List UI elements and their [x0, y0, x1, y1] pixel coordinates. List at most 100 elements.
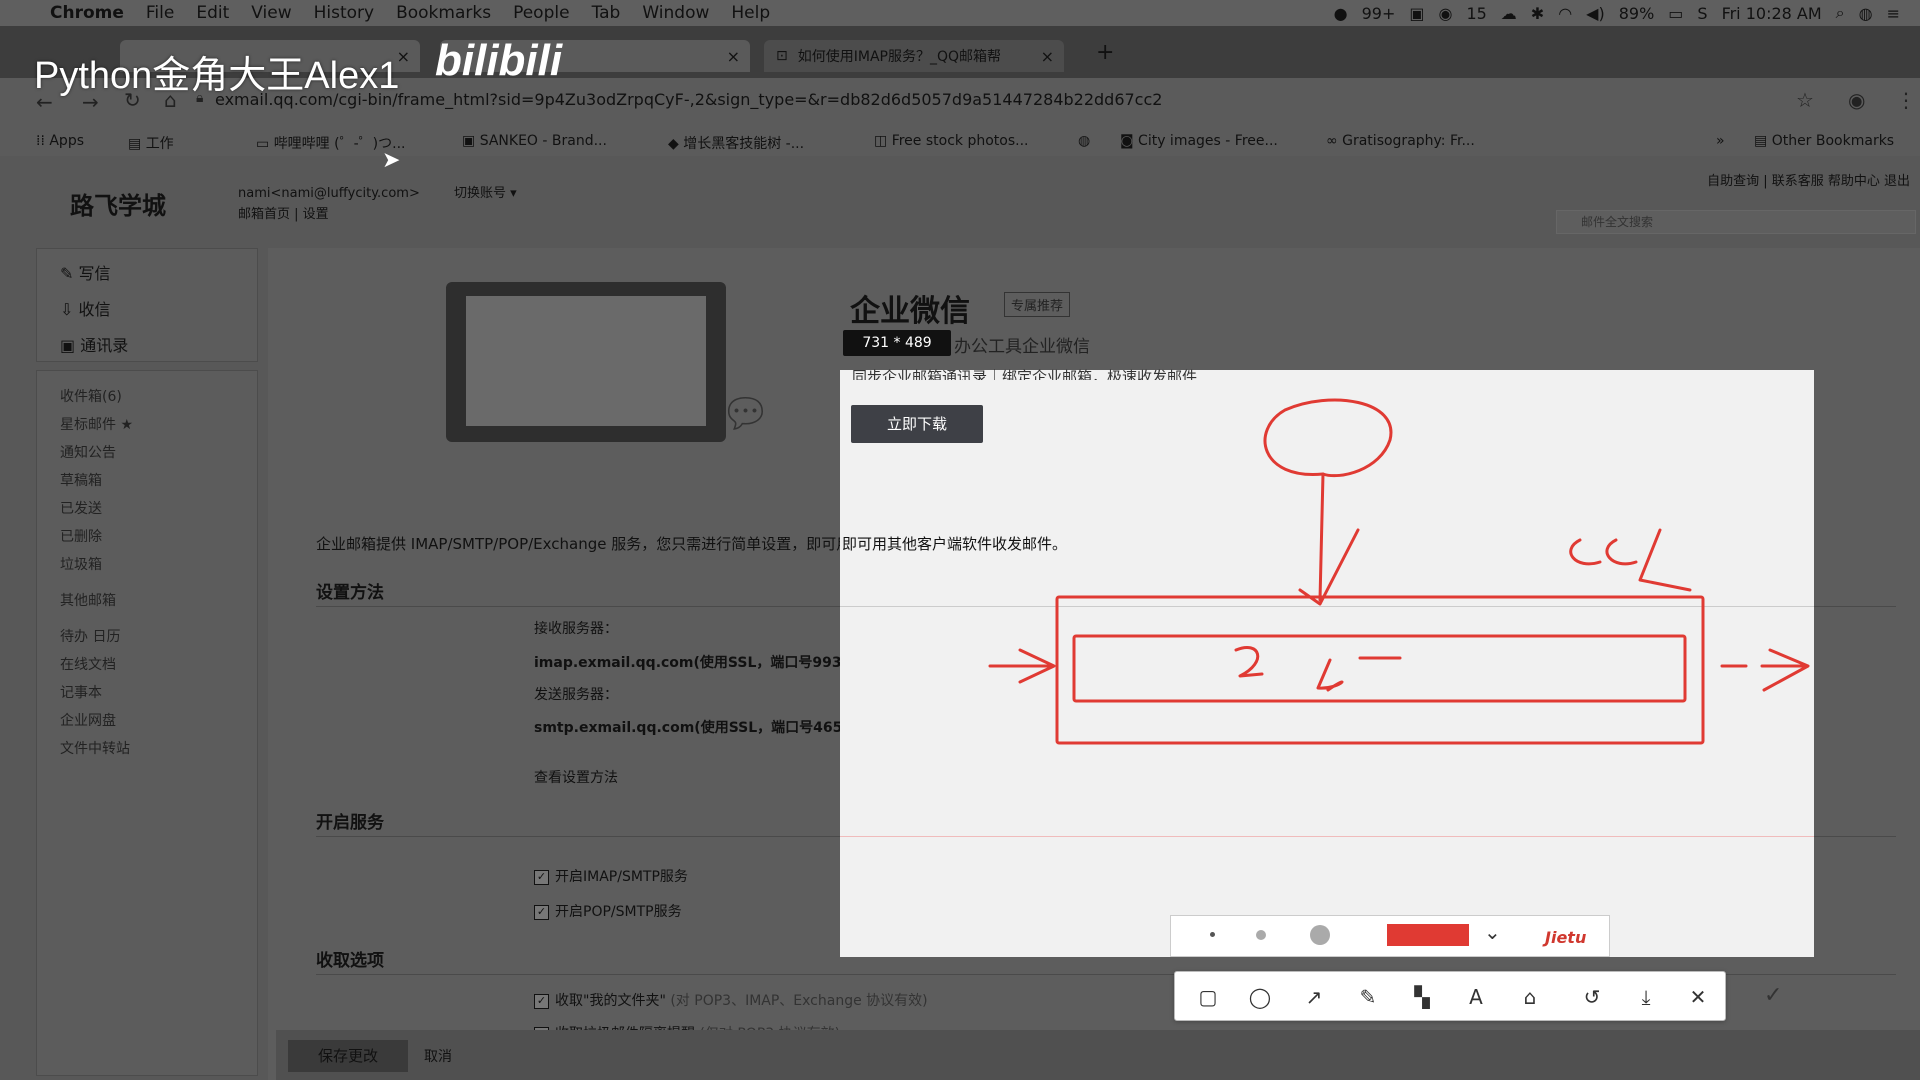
profile-icon[interactable]: ◉ [1848, 88, 1865, 112]
bookmark-city[interactable]: ◙ City images - Free... [1120, 133, 1278, 149]
save-button[interactable]: 保存更改 [288, 1040, 408, 1072]
checkbox-checked-icon[interactable]: ✓ [534, 869, 549, 885]
folder-drafts[interactable]: 草稿箱 [60, 470, 102, 490]
search-icon[interactable]: ⌕ [1836, 3, 1845, 23]
chevron-down-icon[interactable]: ⌄ [1484, 920, 1501, 944]
new-tab-icon[interactable]: + [1096, 40, 1114, 65]
star-icon[interactable]: ☆ [1796, 88, 1814, 112]
more-icon[interactable]: ⋮ [1896, 88, 1916, 112]
breadcrumb[interactable]: 邮箱首页 | 设置 [238, 203, 329, 222]
bookmark-apps[interactable]: ⁞⁞ Apps [36, 133, 84, 149]
menu-bookmarks[interactable]: Bookmarks [396, 3, 491, 23]
menu-people[interactable]: People [513, 3, 569, 23]
folder-notices[interactable]: 通知公告 [60, 442, 116, 462]
bookmark-label: Gratisography: Fr... [1342, 133, 1475, 149]
clock[interactable]: Fri 10:28 AM [1722, 4, 1822, 23]
tool-transfer[interactable]: 文件中转站 [60, 738, 130, 758]
fetch-title: 收取选项 [316, 951, 384, 971]
input-source-icon[interactable]: S [1697, 4, 1707, 23]
battery-icon[interactable]: ▭ [1668, 4, 1683, 23]
tool-notes[interactable]: 记事本 [60, 682, 102, 702]
bookmark-other[interactable]: ▤ Other Bookmarks [1754, 133, 1894, 149]
bookmark-stock[interactable]: ◫ Free stock photos... [874, 133, 1028, 149]
fetch-option-1[interactable]: ✓ 收取"我的文件夹" (对 POP3、IMAP、Exchange 协议有效) [534, 990, 928, 1010]
search-input[interactable]: 邮件全文搜索 [1556, 210, 1916, 234]
capture-region[interactable] [840, 370, 1814, 957]
site-logo[interactable]: 路飞学城 [70, 186, 166, 221]
laptop-screen [466, 296, 706, 426]
wifi-icon[interactable]: ◠ [1558, 4, 1572, 23]
checkbox-checked-icon[interactable]: ✓ [534, 993, 549, 1009]
folder-spam[interactable]: 垃圾箱 [60, 554, 102, 574]
cancel-button[interactable]: 取消 [424, 1046, 452, 1066]
folder-sent[interactable]: 已发送 [60, 498, 102, 518]
receive-button[interactable]: ⇩ 收信 [60, 296, 111, 320]
folder-starred[interactable]: 星标邮件 ★ [60, 414, 133, 434]
qq-icon[interactable]: ● [1334, 4, 1348, 23]
color-swatch[interactable] [1387, 924, 1469, 946]
checkbox-checked-icon[interactable]: ✓ [534, 904, 549, 920]
fetch-option-1-note: (对 POP3、IMAP、Exchange 协议有效) [670, 993, 928, 1009]
pen-icon[interactable]: ✎ [1355, 984, 1381, 1010]
status-area: ● 99+ ▣ ◉ 15 ☁ ✱ ◠ ◀) 89% ▭ S Fri 10:28 AM… [1334, 0, 1920, 26]
text-icon[interactable]: A [1463, 984, 1489, 1010]
menu-help[interactable]: Help [731, 3, 770, 23]
undo-icon[interactable]: ↺ [1579, 984, 1605, 1010]
bookmark-work[interactable]: ▤ 工作 [128, 133, 174, 153]
tool-docs[interactable]: 在线文档 [60, 654, 116, 674]
confirm-icon[interactable]: ✓ [1764, 983, 1782, 1008]
pop-option[interactable]: ✓ 开启POP/SMTP服务 [534, 901, 682, 921]
promo-desc: 同步企业邮箱通讯录｜绑定企业邮箱，极速收发邮件 [852, 368, 1198, 380]
arrow-icon[interactable]: ↗ [1301, 984, 1327, 1010]
tag-icon[interactable]: ⌂ [1517, 984, 1543, 1010]
sankeo-icon: ▣ [462, 133, 480, 149]
mosaic-icon[interactable]: ▚ [1409, 984, 1435, 1010]
menu-view[interactable]: View [251, 3, 291, 23]
tab-close-icon[interactable]: × [1041, 47, 1054, 66]
tool-drive[interactable]: 企业网盘 [60, 710, 116, 730]
wechat-icon[interactable]: ◉ [1438, 4, 1452, 23]
contacts-button[interactable]: ▣ 通讯录 [60, 332, 128, 356]
url-field[interactable]: exmail.qq.com/cgi-bin/frame_html?sid=9p4… [215, 86, 1765, 114]
rectangle-icon[interactable]: ▢ [1195, 984, 1221, 1010]
cloud-icon[interactable]: ☁ [1501, 4, 1517, 23]
ellipse-icon[interactable]: ◯ [1247, 984, 1273, 1010]
menu-list-icon[interactable]: ≡ [1887, 4, 1900, 23]
volume-icon[interactable]: ◀) [1586, 4, 1605, 23]
compose-button[interactable]: ✎ 写信 [60, 260, 111, 284]
app-menu[interactable]: Chrome [50, 3, 124, 23]
other-mailboxes[interactable]: 其他邮箱 [60, 590, 116, 610]
globe-icon[interactable]: ◍ [1078, 133, 1090, 149]
bilibili-logo: bilibili [435, 36, 563, 85]
menu-file[interactable]: File [146, 3, 174, 23]
brush-large-icon[interactable] [1310, 925, 1330, 945]
menu-history[interactable]: History [314, 3, 374, 23]
close-icon[interactable]: ✕ [1687, 984, 1709, 1010]
view-setup-link[interactable]: 查看设置方法 [534, 767, 618, 787]
bluetooth-icon[interactable]: ✱ [1531, 4, 1544, 23]
top-links[interactable]: 自助查询 | 联系客服 帮助中心 退出 [1707, 170, 1910, 189]
save-icon[interactable]: ⤓ [1633, 984, 1659, 1010]
siri-icon[interactable]: ◍ [1859, 4, 1873, 23]
menu-window[interactable]: Window [642, 3, 709, 23]
size-badge: 731 * 489 [843, 330, 951, 356]
brush-medium-icon[interactable] [1256, 930, 1266, 940]
menu-edit[interactable]: Edit [196, 3, 229, 23]
bookmark-grat[interactable]: ∞ Gratisography: Fr... [1326, 133, 1475, 149]
jietu-brand: Jietu [1545, 928, 1587, 947]
recv-value: imap.exmail.qq.com(使用SSL，端口号993) [534, 655, 848, 671]
bookmark-sankeo[interactable]: ▣ SANKEO - Brand... [462, 133, 607, 149]
download-button[interactable]: 立即下载 [851, 405, 983, 443]
imap-option[interactable]: ✓ 开启IMAP/SMTP服务 [534, 866, 688, 886]
tab-3[interactable]: ⊡ 如何使用IMAP服务？_QQ邮箱帮 × [764, 40, 1064, 72]
tab-close-icon[interactable]: × [727, 47, 740, 66]
todo-calendar[interactable]: 待办 日历 [60, 626, 120, 646]
folder-deleted[interactable]: 已删除 [60, 526, 102, 546]
chevron-right-icon[interactable]: » [1716, 133, 1725, 149]
bookmark-growth[interactable]: ◆ 增长黑客技能树 -... [668, 133, 804, 153]
screen-icon[interactable]: ▣ [1409, 4, 1424, 23]
folder-inbox[interactable]: 收件箱(6) [60, 386, 122, 406]
menu-tab[interactable]: Tab [592, 3, 621, 23]
brush-small-icon[interactable] [1210, 932, 1215, 937]
switch-account[interactable]: 切换账号 ▾ [454, 186, 517, 201]
